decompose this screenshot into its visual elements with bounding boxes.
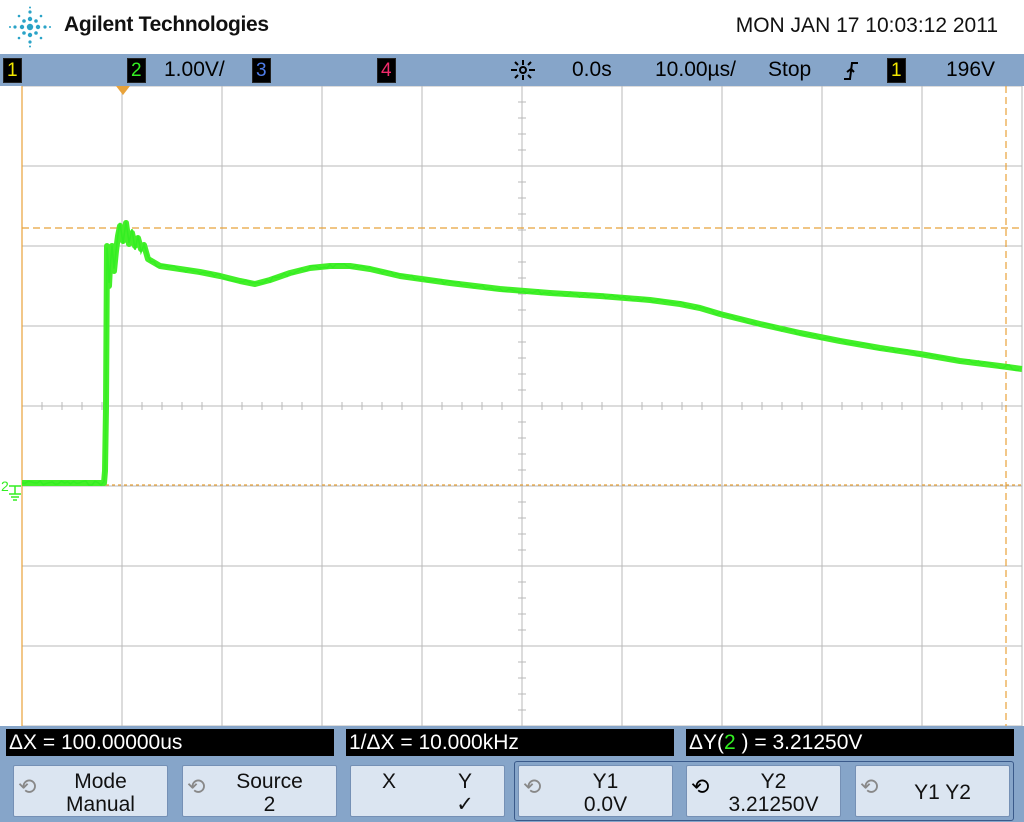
y-label: Y	[457, 770, 472, 793]
x-y-softkey[interactable]: X Y ✓	[350, 765, 505, 817]
channel-2-indicator[interactable]: 2	[127, 58, 146, 83]
mode-title: Mode	[74, 770, 127, 793]
y2-title: Y2	[760, 770, 787, 793]
mode-softkey[interactable]: ⟲ Mode Manual	[13, 765, 168, 817]
waveform-grid-svg: 2	[1, 86, 1023, 726]
channel-4-indicator[interactable]: 4	[377, 58, 396, 83]
delta-y-readout: ΔY(2 ) = 3.21250V	[686, 729, 1014, 756]
channel-1-indicator[interactable]: 1	[3, 58, 22, 83]
datetime-readout: MON JAN 17 10:03:12 2011	[735, 14, 998, 37]
source-softkey[interactable]: ⟲ Source 2	[182, 765, 337, 817]
delta-x-readout: ΔX = 100.00000us	[6, 729, 334, 756]
x-label: X	[381, 770, 396, 793]
channel-2-scale: 1.00V/	[164, 58, 225, 81]
y1-title: Y1	[592, 770, 619, 793]
measurement-bar: ΔX = 100.00000us 1/ΔX = 10.000kHz ΔY(2 )…	[0, 726, 1024, 760]
y1-value: 0.0V	[583, 793, 628, 816]
mode-value: Manual	[66, 793, 135, 816]
trigger-edge-icon	[844, 62, 858, 80]
delta-y-prefix: ΔY(	[689, 731, 725, 754]
waveform-display[interactable]: 2	[0, 86, 1024, 726]
inverse-delta-x-readout: 1/ΔX = 10.000kHz	[346, 729, 674, 756]
y2-value: 3.21250V	[728, 793, 819, 816]
channel-2-trace-noise	[21, 221, 1019, 487]
trigger-position-marker[interactable]	[116, 86, 130, 95]
ground-marker[interactable]: 2	[1, 478, 21, 501]
y1-y2-label: Y1 Y2	[914, 781, 971, 804]
source-title: Source	[236, 770, 303, 793]
softkey-bar: ⟲ Mode Manual ⟲ Source 2 X Y ✓ ⟲ Y1 0.0V…	[0, 760, 1024, 822]
y1-y2-softkey[interactable]: ⟲ Y1 Y2	[855, 765, 1010, 817]
horizontal-delay-icon	[511, 60, 535, 80]
run-state: Stop	[768, 58, 812, 81]
status-bar: 1 2 1.00V/ 3 4 0.0s 10.00µs/ Stop 1 196V	[0, 54, 1024, 86]
brand-name: Agilent Technologies	[64, 13, 269, 36]
trigger-level-readout: 196V	[946, 58, 996, 81]
timebase-readout: 10.00µs/	[655, 58, 736, 81]
trigger-source-indicator[interactable]: 1	[887, 58, 906, 83]
header-bar: Agilent Technologies MON JAN 17 10:03:12…	[0, 0, 1024, 54]
y1-softkey[interactable]: ⟲ Y1 0.0V	[518, 765, 673, 817]
delta-y-channel: 2	[724, 731, 736, 754]
y2-softkey[interactable]: ⟲ Y2 3.21250V	[686, 765, 841, 817]
source-value: 2	[263, 793, 276, 816]
agilent-spark-logo-icon	[9, 6, 51, 48]
y-selected-check: ✓	[456, 793, 474, 816]
channel-3-indicator[interactable]: 3	[252, 58, 271, 83]
graticule	[21, 86, 1023, 726]
delay-readout: 0.0s	[572, 58, 612, 81]
delta-y-value: ) = 3.21250V	[735, 731, 863, 754]
ground-marker-label: 2	[1, 478, 9, 494]
